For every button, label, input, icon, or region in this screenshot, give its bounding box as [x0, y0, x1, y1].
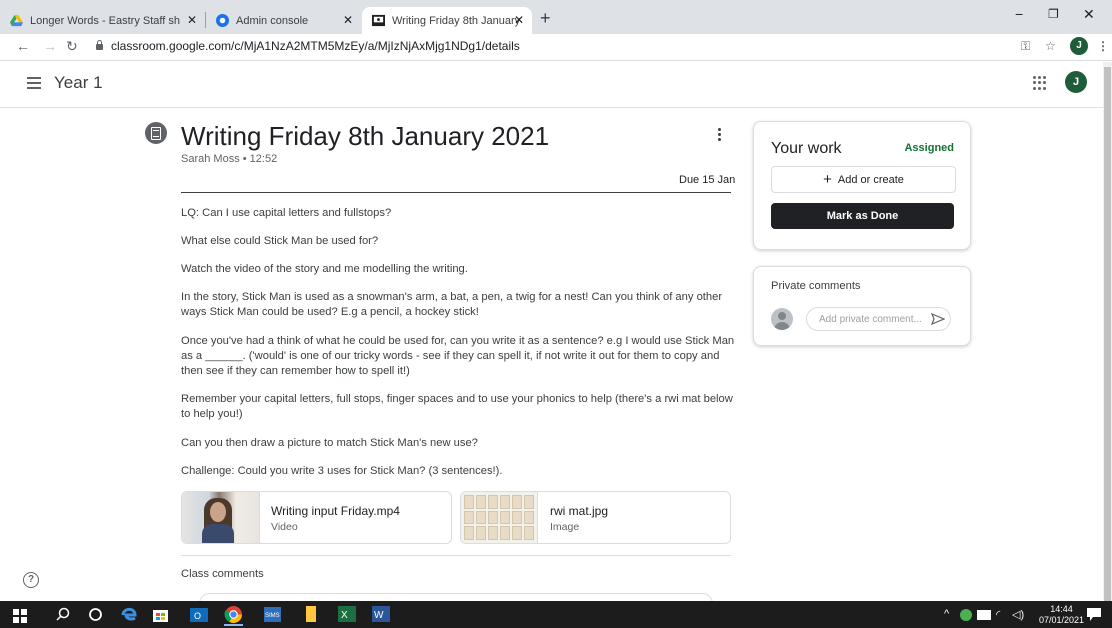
browser-menu-icon[interactable]: ⋮ [1097, 39, 1109, 53]
key-icon[interactable]: ⚿ [1021, 39, 1030, 54]
wifi-icon[interactable]: ◜ [996, 608, 1000, 621]
page-scrollbar[interactable] [1103, 62, 1112, 607]
instruction-paragraph: Challenge: Could you write 3 uses for St… [181, 465, 503, 477]
browser-tab-strip: Longer Words - Eastry Staff shar ✕ Admin… [0, 0, 1112, 34]
image-thumbnail [461, 492, 538, 543]
file-explorer-icon[interactable] [304, 606, 318, 622]
windows-start-icon[interactable] [13, 609, 27, 623]
divider [181, 555, 731, 556]
edge-icon[interactable] [120, 605, 138, 623]
private-comment-input[interactable] [806, 307, 951, 331]
scrollbar-thumb[interactable] [1104, 67, 1111, 607]
reload-icon[interactable]: ↻ [66, 38, 78, 55]
instruction-paragraph: Remember your capital letters, full stop… [181, 393, 733, 420]
search-icon[interactable] [55, 607, 70, 622]
google-admin-icon [216, 14, 229, 27]
svg-text:O: O [194, 611, 201, 621]
word-icon[interactable]: W [372, 606, 390, 622]
store-icon[interactable] [152, 606, 169, 623]
plus-icon: + [823, 171, 832, 188]
url-text: classroom.google.com/c/MjA1NzA2MTM5MzEy/… [111, 39, 520, 53]
account-avatar[interactable]: J [1065, 71, 1087, 93]
assignment-meta: Sarah Moss • 12:52 [181, 153, 278, 165]
excel-icon[interactable]: X [338, 606, 356, 622]
close-tab-icon[interactable]: ✕ [187, 13, 197, 27]
classroom-header: Year 1 J [0, 61, 1112, 108]
volume-icon[interactable]: ◁) [1012, 608, 1024, 621]
new-tab-button[interactable]: + [540, 8, 551, 29]
attachment-name: rwi mat.jpg [550, 504, 609, 518]
tab-admin-console[interactable]: Admin console ✕ [206, 7, 361, 34]
google-apps-icon[interactable] [1033, 76, 1047, 90]
clock-time: 14:44 [1050, 604, 1073, 614]
add-or-create-label: Add or create [837, 173, 904, 186]
due-date: Due 15 Jan [679, 174, 736, 186]
system-clock[interactable]: 14:44 07/01/2021 [1039, 604, 1084, 626]
browser-toolbar: ← → ↻ classroom.google.com/c/MjA1NzA2MTM… [0, 34, 1112, 61]
svg-text:SIMS: SIMS [265, 613, 280, 619]
divider [181, 192, 731, 193]
forward-arrow-icon[interactable]: → [43, 38, 57, 54]
outlook-icon[interactable]: O [190, 606, 208, 624]
send-icon[interactable] [931, 313, 945, 325]
attachment-image[interactable]: rwi mat.jpg Image [460, 491, 731, 544]
svg-text:X: X [341, 610, 348, 621]
attachment-type: Image [550, 521, 580, 533]
tab-writing-friday[interactable]: Writing Friday 8th January 2021 ✕ [362, 7, 532, 34]
private-comments-card: Private comments [753, 266, 971, 346]
attachment-video[interactable]: Writing input Friday.mp4 Video [181, 491, 452, 544]
instruction-paragraph: LQ: Can I use capital letters and fullst… [181, 207, 392, 219]
security-icon[interactable] [960, 609, 972, 621]
tab-title: Writing Friday 8th January 2021 [392, 14, 522, 27]
tab-title: Admin console [236, 14, 309, 27]
close-window-button[interactable]: ✕ [1083, 6, 1095, 23]
instruction-paragraph: Can you then draw a picture to match Sti… [181, 437, 478, 449]
tab-longer-words[interactable]: Longer Words - Eastry Staff shar ✕ [0, 7, 205, 34]
hamburger-menu-icon[interactable] [27, 77, 41, 92]
attachment-type: Video [271, 521, 298, 533]
video-thumbnail [182, 492, 260, 543]
close-tab-icon[interactable]: ✕ [343, 13, 353, 27]
cortana-icon[interactable] [88, 607, 103, 622]
class-name[interactable]: Year 1 [54, 73, 103, 93]
more-options-icon[interactable] [718, 128, 722, 143]
close-tab-icon[interactable]: ✕ [514, 13, 524, 27]
lock-icon [96, 40, 103, 50]
chrome-icon[interactable] [224, 605, 243, 626]
instruction-paragraph: What else could Stick Man be used for? [181, 235, 379, 247]
mark-as-done-button[interactable]: Mark as Done [771, 203, 954, 229]
tab-title: Longer Words - Eastry Staff shar [30, 14, 180, 27]
restore-button[interactable]: ❐ [1048, 7, 1059, 21]
instruction-paragraph: Watch the video of the story and me mode… [181, 263, 468, 275]
svg-text:W: W [374, 610, 384, 621]
class-comments-heading: Class comments [181, 568, 264, 580]
google-drive-icon [10, 14, 23, 27]
notifications-icon[interactable] [1087, 608, 1101, 621]
your-work-title: Your work [771, 140, 842, 157]
status-badge: Assigned [904, 142, 954, 154]
user-avatar-icon [771, 308, 793, 330]
browser-profile-avatar[interactable]: J [1070, 37, 1088, 55]
instruction-paragraph: Once you've had a think of what he could… [181, 335, 735, 377]
classroom-icon [372, 14, 385, 27]
clock-date: 07/01/2021 [1039, 615, 1085, 625]
add-or-create-button[interactable]: + Add or create [771, 166, 956, 193]
network-icon[interactable] [977, 610, 991, 620]
windows-taskbar: O SIMS X W ^ ◜ ◁) 14:44 07/01/2021 [0, 601, 1112, 628]
your-work-card: Your work Assigned + Add or create Mark … [753, 121, 971, 250]
chevron-up-icon[interactable]: ^ [944, 608, 949, 620]
star-icon[interactable]: ☆ [1045, 39, 1056, 53]
address-bar[interactable]: classroom.google.com/c/MjA1NzA2MTM5MzEy/… [96, 39, 520, 53]
help-icon[interactable]: ? [23, 572, 39, 588]
minimize-button[interactable]: − [1015, 6, 1023, 22]
attachment-name: Writing input Friday.mp4 [271, 504, 400, 518]
instruction-paragraph: In the story, Stick Man is used as a sno… [181, 291, 723, 318]
back-arrow-icon[interactable]: ← [16, 38, 30, 54]
assignment-icon [145, 122, 167, 144]
sims-icon[interactable]: SIMS [264, 607, 281, 622]
private-comments-title: Private comments [771, 280, 861, 292]
assignment-title: Writing Friday 8th January 2021 [181, 121, 550, 151]
